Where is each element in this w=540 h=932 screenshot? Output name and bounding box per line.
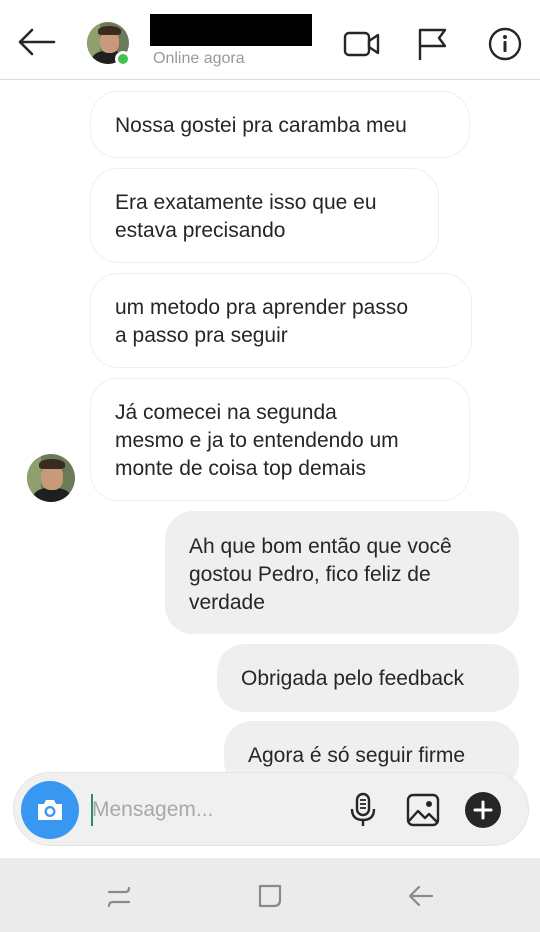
video-call-button[interactable]: [342, 24, 382, 64]
back-button[interactable]: [14, 24, 58, 60]
message-text: Obrigada pelo feedback: [241, 667, 464, 690]
more-options-button[interactable]: [463, 790, 503, 830]
message-text: Nossa gostei pra caramba meu: [115, 114, 407, 137]
online-status: Online agora: [153, 50, 245, 67]
message-bubble[interactable]: Era exatamente isso que eu estava precis…: [90, 168, 439, 263]
chat-header: Online agora: [0, 0, 540, 80]
message-line: Era exatamente isso que eu: [115, 191, 377, 214]
message-line: um metodo pra aprender passo: [115, 296, 409, 319]
message-line: a passo pra seguir: [115, 324, 288, 347]
message-bubble-own[interactable]: Ah que bom então que você gostou Pedro, …: [165, 511, 519, 634]
recents-icon: [107, 886, 131, 908]
microphone-icon: [350, 792, 376, 826]
message-line: verdade: [189, 591, 265, 614]
video-camera-icon: [343, 31, 380, 57]
message-bubble-own[interactable]: Obrigada pelo feedback: [217, 644, 519, 712]
system-back-button[interactable]: [401, 876, 441, 916]
home-icon: [258, 884, 282, 908]
info-button[interactable]: [485, 24, 525, 64]
gallery-button[interactable]: [403, 790, 443, 830]
back-icon: [408, 885, 434, 907]
message-line: gostou Pedro, fico feliz de: [189, 563, 431, 586]
message-bubble[interactable]: Já comecei na segunda mesmo e ja to ente…: [90, 378, 470, 501]
image-icon: [406, 793, 440, 827]
contact-name-redacted[interactable]: [150, 14, 312, 46]
message-line: monte de coisa top demais: [115, 457, 366, 480]
home-button[interactable]: [250, 876, 290, 916]
camera-button[interactable]: [21, 781, 79, 839]
arrow-left-icon: [18, 28, 56, 56]
report-button[interactable]: [412, 24, 452, 64]
plus-icon: [465, 792, 501, 828]
message-bubble[interactable]: um metodo pra aprender passo a passo pra…: [90, 273, 472, 368]
sender-avatar[interactable]: [27, 454, 75, 502]
message-line: mesmo e ja to entendendo um: [115, 429, 399, 452]
message-text: Agora é só seguir firme: [248, 744, 466, 767]
online-indicator: [115, 51, 131, 67]
recents-button[interactable]: [99, 876, 139, 916]
info-icon: [488, 27, 522, 61]
message-bubble[interactable]: Nossa gostei pra caramba meu: [90, 91, 470, 158]
message-line: estava precisando: [115, 219, 286, 242]
voice-message-button[interactable]: [343, 790, 383, 830]
message-input[interactable]: [92, 790, 332, 830]
message-line: Ah que bom então que você: [189, 535, 452, 558]
camera-icon: [38, 800, 62, 820]
message-line: Já comecei na segunda: [115, 401, 337, 424]
flag-icon: [418, 28, 447, 60]
